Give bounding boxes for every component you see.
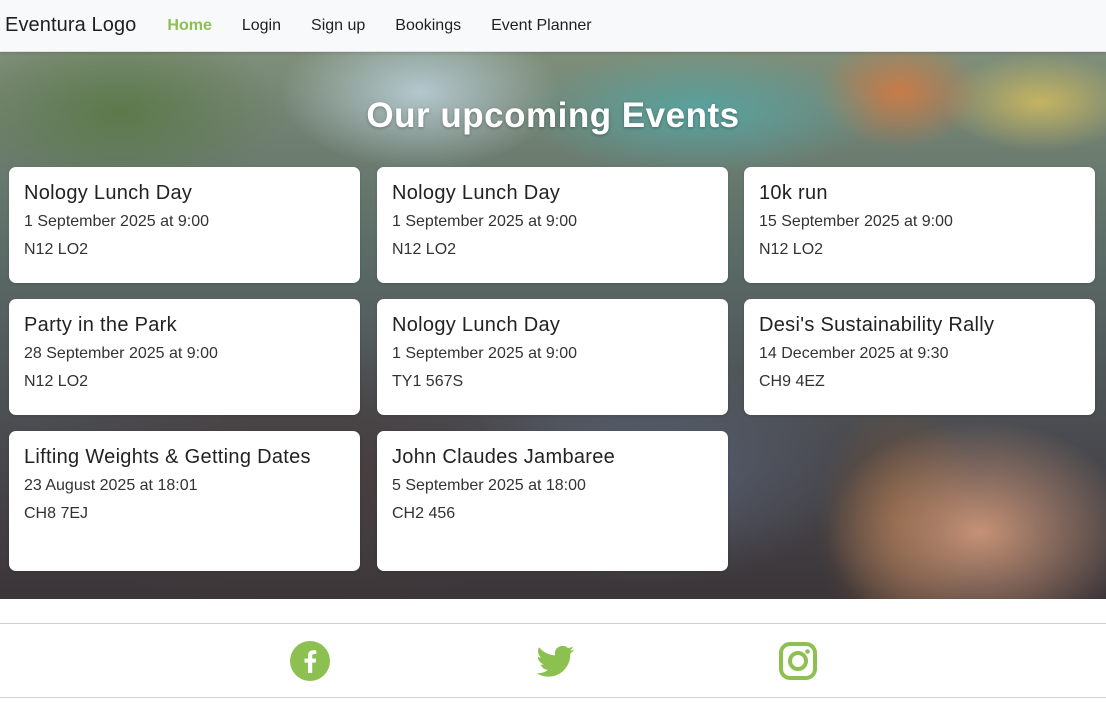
page-title: Our upcoming Events [366,96,740,135]
event-card[interactable]: Lifting Weights & Getting Dates 23 Augus… [9,431,360,571]
event-title: Lifting Weights & Getting Dates [24,446,311,468]
event-postcode: N12 LO2 [24,241,89,258]
event-title: John Claudes Jambaree [392,446,616,468]
nav-link-signup[interactable]: Sign up [311,17,365,35]
event-postcode: N12 LO2 [392,241,457,258]
event-title: Nology Lunch Day [24,182,193,204]
event-card[interactable]: Nology Lunch Day 1 September 2025 at 9:0… [9,167,360,283]
event-card[interactable]: John Claudes Jambaree 5 September 2025 a… [377,431,728,571]
event-postcode: N12 LO2 [759,241,824,258]
nav-link-event-planner[interactable]: Event Planner [491,17,592,35]
facebook-icon[interactable] [289,640,331,682]
event-postcode: N12 LO2 [24,373,89,390]
nav-link-bookings[interactable]: Bookings [395,17,461,35]
event-title: Party in the Park [24,314,177,336]
event-date: 1 September 2025 at 9:00 [392,345,578,362]
event-date: 15 September 2025 at 9:00 [759,213,953,230]
event-title: Desi's Sustainability Rally [759,314,995,336]
instagram-icon[interactable] [777,640,819,682]
footer [0,623,1106,698]
event-title: Nology Lunch Day [392,182,561,204]
event-title: 10k run [759,182,828,204]
event-postcode: CH2 456 [392,505,456,522]
event-date: 23 August 2025 at 18:01 [24,477,198,494]
navbar: Eventura Logo Home Login Sign up Booking… [0,0,1106,52]
event-postcode: TY1 567S [392,373,464,390]
event-card[interactable]: Desi's Sustainability Rally 14 December … [744,299,1095,415]
event-date: 14 December 2025 at 9:30 [759,345,949,362]
nav-link-home[interactable]: Home [167,17,211,35]
hero-section: Our upcoming Events Nology Lunch Day 1 S… [0,52,1106,599]
event-postcode: CH9 4EZ [759,373,825,390]
event-date: 5 September 2025 at 18:00 [392,477,586,494]
brand-logo[interactable]: Eventura Logo [5,14,136,37]
nav-links: Home Login Sign up Bookings Event Planne… [167,17,621,35]
twitter-icon[interactable] [534,640,576,682]
event-postcode: CH8 7EJ [24,505,89,522]
event-card[interactable]: 10k run 15 September 2025 at 9:00 N12 LO… [744,167,1095,283]
event-date: 28 September 2025 at 9:00 [24,345,218,362]
event-date: 1 September 2025 at 9:00 [392,213,578,230]
event-title: Nology Lunch Day [392,314,561,336]
event-card[interactable]: Nology Lunch Day 1 September 2025 at 9:0… [377,299,728,415]
event-card[interactable]: Party in the Park 28 September 2025 at 9… [9,299,360,415]
event-date: 1 September 2025 at 9:00 [24,213,210,230]
nav-link-login[interactable]: Login [242,17,281,35]
event-card[interactable]: Nology Lunch Day 1 September 2025 at 9:0… [377,167,728,283]
